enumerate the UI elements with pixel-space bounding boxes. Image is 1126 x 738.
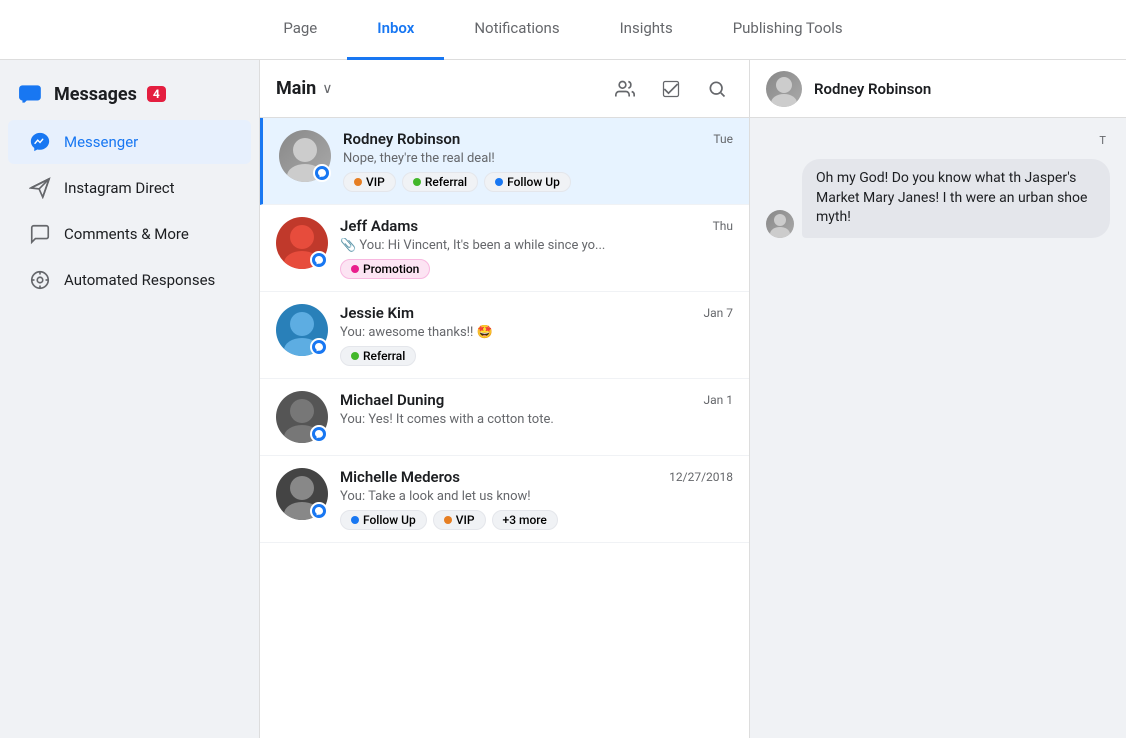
instagram-label: Instagram Direct [64,179,175,197]
msg-top: Michelle Mederos 12/27/2018 [340,468,733,486]
msg-content: Michael Duning Jan 1 You: Yes! It comes … [340,391,733,433]
tag-followup: Follow Up [484,172,571,192]
table-row[interactable]: Jessie Kim Jan 7 You: awesome thanks!! 🤩… [260,292,749,379]
msg-name: Rodney Robinson [343,130,460,148]
comments-label: Comments & More [64,225,189,243]
tag-more: +3 more [492,510,558,530]
automated-label: Automated Responses [64,271,215,289]
tag-followup: Follow Up [340,510,427,530]
sidebar-header: Messages 4 [0,70,259,118]
messenger-icon [28,130,52,154]
table-row[interactable]: Michelle Mederos 12/27/2018 You: Take a … [260,456,749,543]
msg-time: Jan 7 [704,306,734,320]
checkmark-icon[interactable] [655,73,687,105]
chevron-down-icon: ∨ [322,81,332,97]
avatar-wrap [276,217,328,269]
msg-content: Jessie Kim Jan 7 You: awesome thanks!! 🤩… [340,304,733,366]
sidebar: Messages 4 Messenger [0,60,260,738]
nav-tabs: Page Inbox Notifications Insights Publis… [253,0,872,60]
msg-preview: You: awesome thanks!! 🤩 [340,325,733,340]
top-nav: Page Inbox Notifications Insights Publis… [0,0,1126,60]
msg-preview: 📎 You: Hi Vincent, It's been a while sin… [340,238,733,253]
unread-badge: 4 [147,86,166,102]
chat-body: T Oh my God! Do you know what th Jasper'… [750,118,1126,738]
messenger-badge-icon [310,251,328,269]
msg-top: Jeff Adams Thu [340,217,733,235]
msg-name: Michael Duning [340,391,444,409]
chat-timestamp: T [766,134,1106,147]
msg-content: Michelle Mederos 12/27/2018 You: Take a … [340,468,733,530]
main-layout: Messages 4 Messenger [0,60,1126,738]
msg-name: Jeff Adams [340,217,418,235]
automated-icon [28,268,52,292]
msg-top: Michael Duning Jan 1 [340,391,733,409]
avatar-wrap [276,391,328,443]
tag-vip: VIP [433,510,486,530]
instagram-direct-icon [28,176,52,200]
chat-contact-avatar [766,71,802,107]
chat-message-avatar [766,210,794,238]
msg-time: Jan 1 [704,393,734,407]
msg-name: Michelle Mederos [340,468,460,486]
table-row[interactable]: Jeff Adams Thu 📎 You: Hi Vincent, It's b… [260,205,749,292]
sidebar-item-automated[interactable]: Automated Responses [8,258,251,302]
msg-top: Jessie Kim Jan 7 [340,304,733,322]
inbox-title: Main [276,78,316,99]
msg-preview: You: Yes! It comes with a cotton tote. [340,412,733,427]
sidebar-title: Messages [54,84,137,105]
msg-tags: VIP Referral Follow Up [343,172,733,192]
people-icon[interactable] [609,73,641,105]
inbox-header: Main ∨ [260,60,749,118]
sidebar-item-comments[interactable]: Comments & More [8,212,251,256]
messenger-badge-icon [310,425,328,443]
table-row[interactable]: Michael Duning Jan 1 You: Yes! It comes … [260,379,749,456]
tab-publishing[interactable]: Publishing Tools [703,0,873,60]
msg-content: Rodney Robinson Tue Nope, they're the re… [343,130,733,192]
messages-icon [16,80,44,108]
chat-bubble: Oh my God! Do you know what th Jasper's … [802,159,1110,238]
msg-tags: Follow Up VIP +3 more [340,510,733,530]
inbox-panel: Main ∨ [260,60,750,738]
chat-header: Rodney Robinson [750,60,1126,118]
tag-vip: VIP [343,172,396,192]
msg-preview: You: Take a look and let us know! [340,489,733,504]
msg-content: Jeff Adams Thu 📎 You: Hi Vincent, It's b… [340,217,733,279]
tag-promotion: Promotion [340,259,430,279]
msg-preview: Nope, they're the real deal! [343,151,733,166]
msg-name: Jessie Kim [340,304,414,322]
tag-referral: Referral [402,172,478,192]
msg-time: 12/27/2018 [669,470,733,484]
comments-icon [28,222,52,246]
avatar-wrap [276,304,328,356]
table-row[interactable]: Rodney Robinson Tue Nope, they're the re… [260,118,749,205]
tab-insights[interactable]: Insights [590,0,703,60]
msg-time: Tue [713,132,733,146]
messenger-badge-icon [310,502,328,520]
chat-contact-name: Rodney Robinson [814,80,931,98]
messenger-badge-icon [313,164,331,182]
tag-referral: Referral [340,346,416,366]
chat-panel: Rodney Robinson T Oh my God! Do you know… [750,60,1126,738]
avatar-wrap [279,130,331,182]
tab-notifications[interactable]: Notifications [444,0,589,60]
chat-message-row: Oh my God! Do you know what th Jasper's … [766,159,1110,238]
tab-inbox[interactable]: Inbox [347,0,444,60]
msg-tags: Referral [340,346,733,366]
msg-top: Rodney Robinson Tue [343,130,733,148]
inbox-title-area[interactable]: Main ∨ [276,78,333,99]
messenger-label: Messenger [64,133,138,151]
inbox-actions [609,73,733,105]
search-icon[interactable] [701,73,733,105]
messenger-badge-icon [310,338,328,356]
msg-tags: Promotion [340,259,733,279]
tab-page[interactable]: Page [253,0,347,60]
sidebar-item-instagram[interactable]: Instagram Direct [8,166,251,210]
msg-time: Thu [713,219,733,233]
message-list: Rodney Robinson Tue Nope, they're the re… [260,118,749,738]
avatar-wrap [276,468,328,520]
sidebar-item-messenger[interactable]: Messenger [8,120,251,164]
